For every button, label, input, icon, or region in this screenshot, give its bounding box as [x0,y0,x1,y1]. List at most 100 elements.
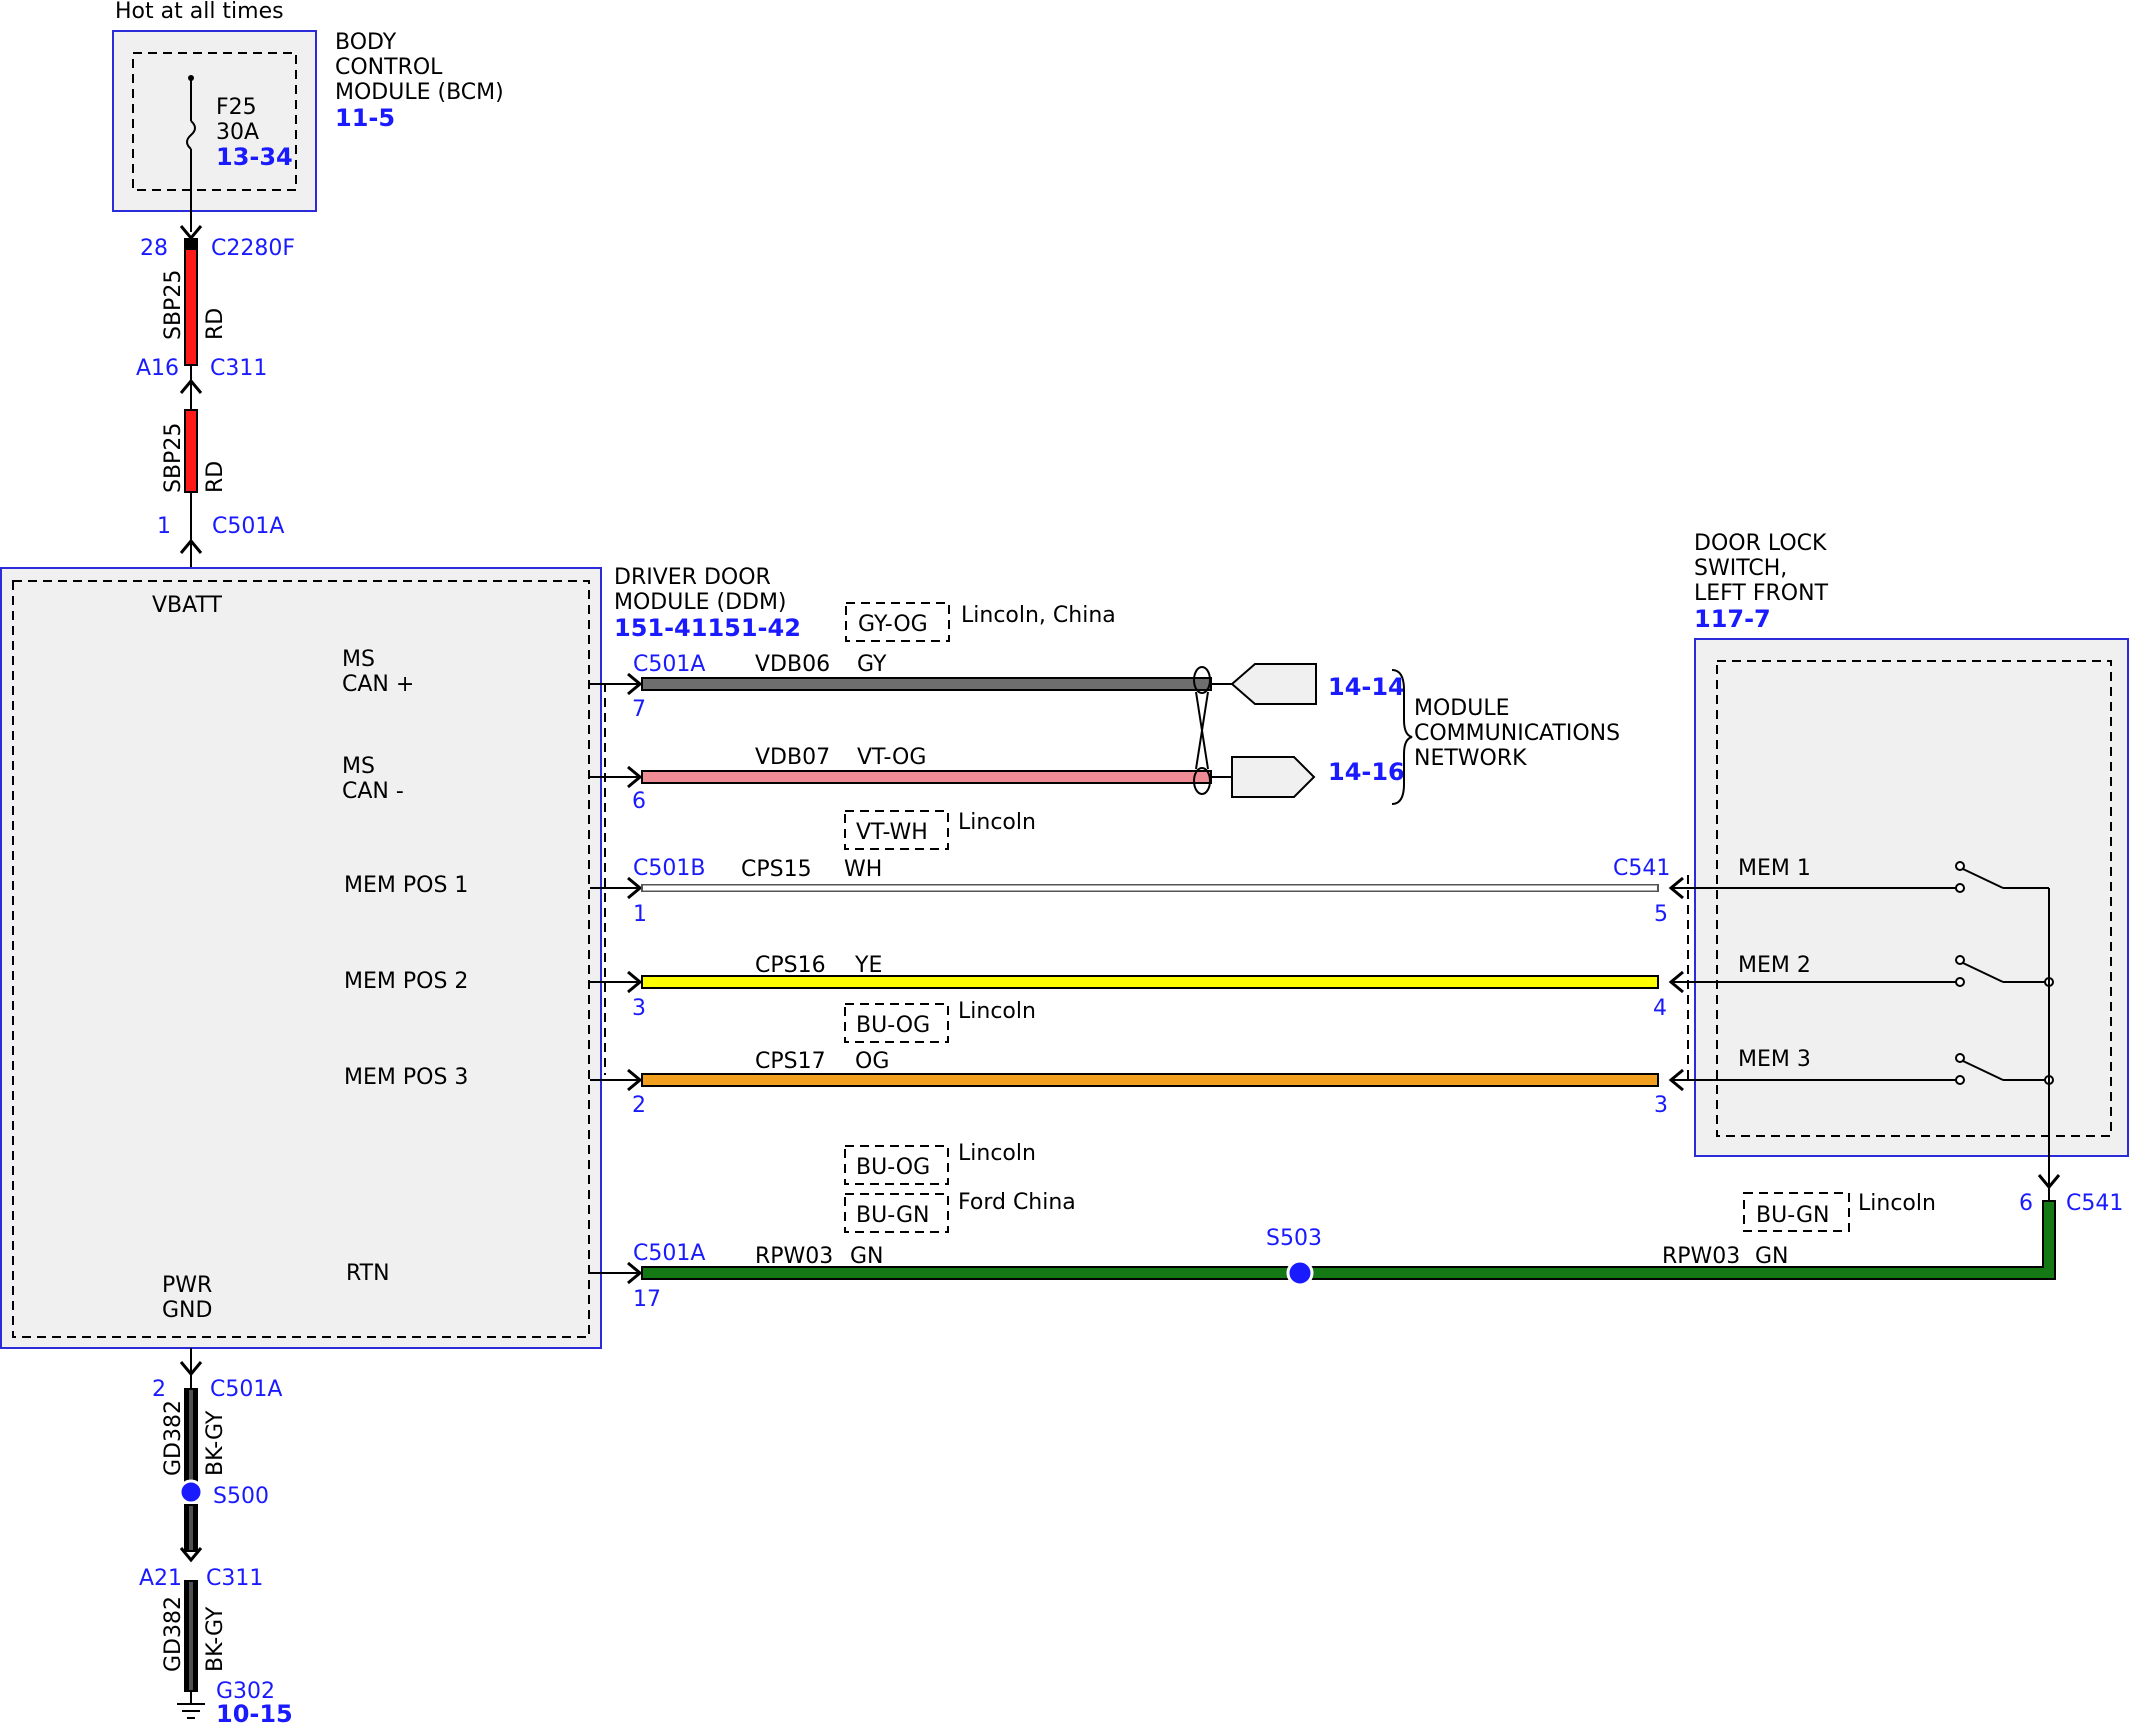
ms-can-minus-label-1: MS [342,754,375,779]
mem3-far-pin: 3 [1654,1093,1668,1118]
ddm-title-line-2: MODULE (DDM) [614,590,787,615]
splice-s500-icon[interactable] [178,1479,204,1505]
variant-gy-og-note: Lincoln, China [961,603,1116,628]
can-plus-connector[interactable]: C501A [633,652,705,677]
variant-bu-og-rtn-note: Lincoln [958,1141,1036,1166]
rtn-right-circuit: RPW03 [1662,1244,1740,1269]
fuse-rating: 30A [216,120,259,145]
variant-bu-gn-rtn-color: BU-GN [856,1203,929,1228]
pwr-gnd-label-1: PWR [162,1273,212,1298]
switch-mem2-label: MEM 2 [1738,953,1811,978]
splice-s503-icon[interactable] [1286,1259,1314,1287]
gd382-circuit-label-2: GD382 [161,1596,186,1672]
fuse-terminal-dot [188,75,194,81]
mem2-pin: 3 [632,996,646,1021]
bcm-title-line-3: MODULE (BCM) [335,80,504,105]
gnd-c311-pin: A21 [139,1566,182,1591]
ground-symbol-icon [177,1692,205,1719]
rd-color-label-1: RD [203,308,228,340]
c541-connector-ground[interactable]: C541 [2066,1191,2123,1216]
ms-can-plus-label-1: MS [342,647,375,672]
bcm-page-ref[interactable]: 11-5 [335,104,395,132]
switch-module-box[interactable] [1694,638,2129,1157]
c541-pin-6: 6 [2019,1191,2033,1216]
variant-vt-wh-color: VT-WH [856,820,928,845]
bcm-module-box[interactable] [112,30,317,212]
gnd-c311-connector[interactable]: C311 [206,1566,263,1591]
mem-pos-2-label: MEM POS 2 [344,969,468,994]
switch-page-ref[interactable]: 117-7 [1694,605,1771,633]
splice-s503-label[interactable]: S503 [1266,1226,1322,1251]
c501a-pin-1: 1 [157,514,171,539]
c311-pin-a16: A16 [136,356,179,381]
rtn-circuit: RPW03 [755,1244,833,1269]
ddm-module-box[interactable] [0,567,602,1349]
variant-bu-gn-right-note: Lincoln [1858,1191,1936,1216]
network-ref-14-14[interactable]: 14-14 [1328,673,1405,701]
can-plus-circuit: VDB06 [755,652,830,677]
mem2-switch-pivot-icon [1955,955,1965,965]
bk-gy-color-label-1: BK-GY [203,1410,228,1476]
ms-can-minus-label-2: CAN - [342,779,404,804]
network-label-line-1: MODULE [1414,696,1510,721]
can-minus-circuit: VDB07 [755,745,830,770]
c311-connector-upper[interactable]: C311 [210,356,267,381]
rtn-connector[interactable]: C501A [633,1241,705,1266]
can-minus-pin: 6 [632,789,646,814]
rd-color-label-2: RD [203,461,228,493]
rtn-pin: 17 [633,1287,661,1312]
switch-mem1-label: MEM 1 [1738,856,1811,881]
fuse-page-ref[interactable]: 13-34 [216,143,293,171]
can-plus-pin: 7 [632,697,646,722]
sbp25-circuit-label-1: SBP25 [161,270,186,340]
ms-can-plus-label-2: CAN + [342,672,414,697]
gnd-c501a-connector[interactable]: C501A [210,1377,282,1402]
fuse-name: F25 [216,95,257,120]
network-label-line-2: COMMUNICATIONS [1414,721,1620,746]
can-plus-color: GY [857,652,887,677]
variant-vt-wh-note: Lincoln [958,810,1036,835]
switch-title-line-1: DOOR LOCK [1694,531,1827,556]
bcm-title-line-1: BODY [335,30,397,55]
mem3-switch-contact-icon [1955,1075,1965,1085]
variant-bu-gn-rtn-note: Ford China [958,1190,1076,1215]
rtn-label: RTN [346,1261,390,1286]
bcm-title-line-2: CONTROL [335,55,443,80]
ddm-page-ref[interactable]: 151-41151-42 [614,614,801,642]
vbatt-label: VBATT [152,593,223,618]
mem3-color: OG [855,1049,889,1074]
hot-at-all-times-label: Hot at all times [115,0,284,24]
ground-g302-ref[interactable]: 10-15 [216,1700,293,1726]
wiring-diagram: Hot at all times BODY CONTROL MODULE (BC… [0,0,2129,1726]
mem1-switch-contact-icon [1955,883,1965,893]
pwr-gnd-label-2: GND [162,1298,212,1323]
mem3-pin: 2 [632,1093,646,1118]
gnd-c501a-pin: 2 [152,1377,166,1402]
switch-title-line-3: LEFT FRONT [1694,581,1829,606]
can-plus-network-connector-icon [1230,663,1317,705]
variant-bu-gn-right-color: BU-GN [1756,1203,1829,1228]
c501a-connector-top[interactable]: C501A [212,514,284,539]
variant-bu-og-rtn-color: BU-OG [856,1155,930,1180]
variant-bu-og-mem-color: BU-OG [856,1013,930,1038]
c2280f-connector[interactable]: C2280F [211,236,295,261]
mem3-switch-pivot-icon [1955,1053,1965,1063]
mem1-pin: 1 [633,902,647,927]
ddm-title-line-1: DRIVER DOOR [614,565,771,590]
sbp25-circuit-label-2: SBP25 [161,423,186,493]
bk-gy-color-label-2: BK-GY [203,1606,228,1672]
mem1-connector[interactable]: C501B [633,856,705,881]
mem1-circuit: CPS15 [741,857,812,882]
mem2-far-pin: 4 [1653,996,1667,1021]
mem2-color: YE [854,953,882,978]
mem1-far-pin: 5 [1654,902,1668,927]
rtn-right-color: GN [1755,1244,1789,1269]
network-ref-14-16[interactable]: 14-16 [1328,758,1405,786]
variant-gy-og-color: GY-OG [858,612,928,637]
mem1-far-connector[interactable]: C541 [1613,856,1670,881]
splice-s500-label[interactable]: S500 [213,1484,269,1509]
mem1-color: WH [844,857,882,882]
mem2-circuit: CPS16 [755,953,826,978]
c2280f-pin: 28 [140,236,168,261]
switch-title-line-2: SWITCH, [1694,556,1787,581]
